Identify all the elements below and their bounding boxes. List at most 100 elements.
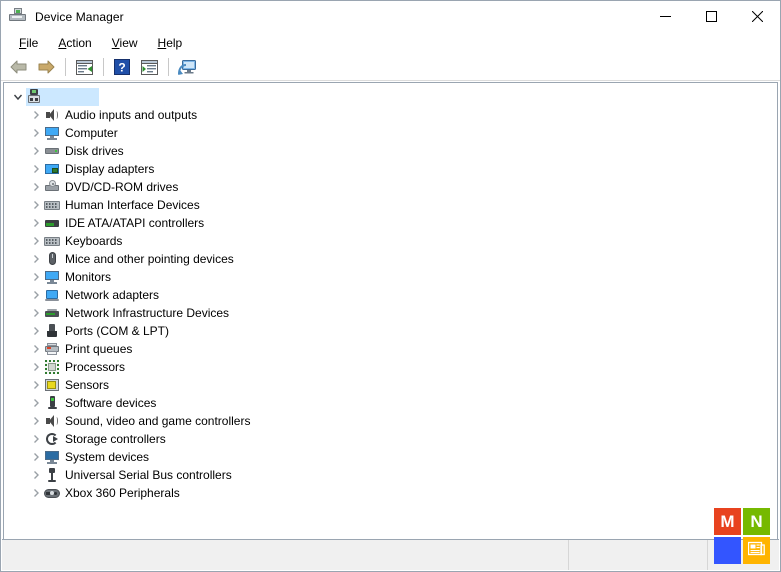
status-pane-2: [569, 540, 708, 570]
tile-news[interactable]: [743, 537, 770, 564]
tree-item-ide-ata-atapi-controllers[interactable]: IDE ATA/ATAPI controllers: [4, 214, 777, 232]
svg-text:?: ?: [118, 61, 125, 75]
menu-view-rest: iew: [120, 36, 138, 50]
tree-item-label: Monitors: [65, 269, 111, 285]
chevron-right-icon[interactable]: [28, 377, 44, 393]
menu-file[interactable]: File: [9, 34, 48, 52]
toolbar-separator-1: [65, 58, 66, 76]
display-adapter-icon: [44, 161, 60, 177]
tree-item-network-infrastructure-devices[interactable]: Network Infrastructure Devices: [4, 304, 777, 322]
menu-view[interactable]: View: [102, 34, 148, 52]
tree-item-computer[interactable]: Computer: [4, 124, 777, 142]
chevron-right-icon[interactable]: [28, 359, 44, 375]
chevron-right-icon[interactable]: [28, 467, 44, 483]
chevron-right-icon[interactable]: [28, 251, 44, 267]
tree-item-label: Disk drives: [65, 143, 124, 159]
tree-item-display-adapters[interactable]: Display adapters: [4, 160, 777, 178]
tile-blue[interactable]: [714, 537, 741, 564]
router-icon: [44, 305, 60, 321]
tree-item-system-devices[interactable]: System devices: [4, 448, 777, 466]
chevron-right-icon[interactable]: [28, 233, 44, 249]
chevron-right-icon[interactable]: [28, 431, 44, 447]
chevron-right-icon[interactable]: [28, 161, 44, 177]
chevron-right-icon[interactable]: [28, 323, 44, 339]
tree-item-disk-drives[interactable]: Disk drives: [4, 142, 777, 160]
menu-file-rest: ile: [26, 36, 38, 50]
chevron-right-icon[interactable]: [28, 305, 44, 321]
tree-item-human-interface-devices[interactable]: Human Interface Devices: [4, 196, 777, 214]
chevron-right-icon[interactable]: [28, 449, 44, 465]
tree-item-ports-com-lpt[interactable]: Ports (COM & LPT): [4, 322, 777, 340]
chevron-right-icon[interactable]: [28, 269, 44, 285]
window-title: Device Manager: [35, 10, 124, 24]
tree-item-label: Universal Serial Bus controllers: [65, 467, 232, 483]
tree-item-storage-controllers[interactable]: Storage controllers: [4, 430, 777, 448]
chevron-right-icon[interactable]: [28, 125, 44, 141]
menu-help[interactable]: Help: [148, 34, 193, 52]
software-device-icon: [44, 395, 60, 411]
chevron-right-icon[interactable]: [28, 179, 44, 195]
tile-m[interactable]: M: [714, 508, 741, 535]
tree-item-universal-serial-bus-controllers[interactable]: Universal Serial Bus controllers: [4, 466, 777, 484]
menu-view-label: V: [112, 36, 120, 50]
chevron-right-icon[interactable]: [28, 107, 44, 123]
menu-action[interactable]: Action: [48, 34, 101, 52]
network-adapter-icon: [44, 287, 60, 303]
tree-item-audio-inputs-and-outputs[interactable]: Audio inputs and outputs: [4, 106, 777, 124]
chevron-right-icon[interactable]: [28, 413, 44, 429]
tree-item-xbox-360-peripherals[interactable]: Xbox 360 Peripherals: [4, 484, 777, 502]
chevron-right-icon[interactable]: [28, 395, 44, 411]
menu-bar: File Action View Help: [1, 32, 780, 54]
tree-item-software-devices[interactable]: Software devices: [4, 394, 777, 412]
tree-item-label: Computer: [65, 125, 118, 141]
storage-controller-icon: [44, 431, 60, 447]
tree-item-mice-and-other-pointing-devices[interactable]: Mice and other pointing devices: [4, 250, 777, 268]
chevron-right-icon[interactable]: [28, 215, 44, 231]
tree-item-label: Xbox 360 Peripherals: [65, 485, 180, 501]
menu-help-rest: elp: [166, 36, 182, 50]
tree-item-label: Mice and other pointing devices: [65, 251, 234, 267]
close-button[interactable]: [734, 1, 780, 32]
tree-item-label: Audio inputs and outputs: [65, 107, 197, 123]
tree-item-monitors[interactable]: Monitors: [4, 268, 777, 286]
device-tree-panel: Audio inputs and outputs Computer: [3, 82, 778, 539]
tree-item-label: Sound, video and game controllers: [65, 413, 250, 429]
tree-item-keyboards[interactable]: Keyboards: [4, 232, 777, 250]
hid-icon: [44, 197, 60, 213]
tree-item-dvd-cd-rom-drives[interactable]: DVD/CD-ROM drives: [4, 178, 777, 196]
back-icon[interactable]: [6, 55, 32, 79]
tree-root-selection: [26, 88, 99, 106]
port-icon: [44, 323, 60, 339]
tree-item-print-queues[interactable]: Print queues: [4, 340, 777, 358]
status-pane-1: [2, 540, 569, 570]
chevron-right-icon[interactable]: [28, 341, 44, 357]
show-hide-console-tree-icon[interactable]: [136, 55, 162, 79]
forward-icon[interactable]: [33, 55, 59, 79]
title-bar: Device Manager: [1, 1, 780, 32]
scan-for-hardware-changes-icon[interactable]: [174, 55, 200, 79]
corner-tiles-widget: M N: [714, 508, 770, 564]
tree-item-sound-video-and-game-controllers[interactable]: Sound, video and game controllers: [4, 412, 777, 430]
tile-n[interactable]: N: [743, 508, 770, 535]
chevron-right-icon[interactable]: [28, 143, 44, 159]
help-icon[interactable]: ?: [109, 55, 135, 79]
maximize-button[interactable]: [688, 1, 734, 32]
tree-item-label: Keyboards: [65, 233, 122, 249]
tree-item-label: IDE ATA/ATAPI controllers: [65, 215, 204, 231]
tree-root-node[interactable]: [4, 88, 777, 106]
chevron-right-icon[interactable]: [28, 485, 44, 501]
ide-controller-icon: [44, 215, 60, 231]
menu-help-label: H: [158, 36, 167, 50]
chevron-right-icon[interactable]: [28, 287, 44, 303]
monitor-icon: [44, 125, 60, 141]
properties-icon[interactable]: [71, 55, 97, 79]
tree-item-sensors[interactable]: Sensors: [4, 376, 777, 394]
minimize-button[interactable]: [642, 1, 688, 32]
chevron-right-icon[interactable]: [28, 197, 44, 213]
tree-item-processors[interactable]: Processors: [4, 358, 777, 376]
tree-item-network-adapters[interactable]: Network adapters: [4, 286, 777, 304]
processor-icon: [44, 359, 60, 375]
window-controls: [642, 1, 780, 32]
device-manager-window: Device Manager File Action View Help: [0, 0, 781, 572]
chevron-down-icon[interactable]: [10, 89, 26, 105]
